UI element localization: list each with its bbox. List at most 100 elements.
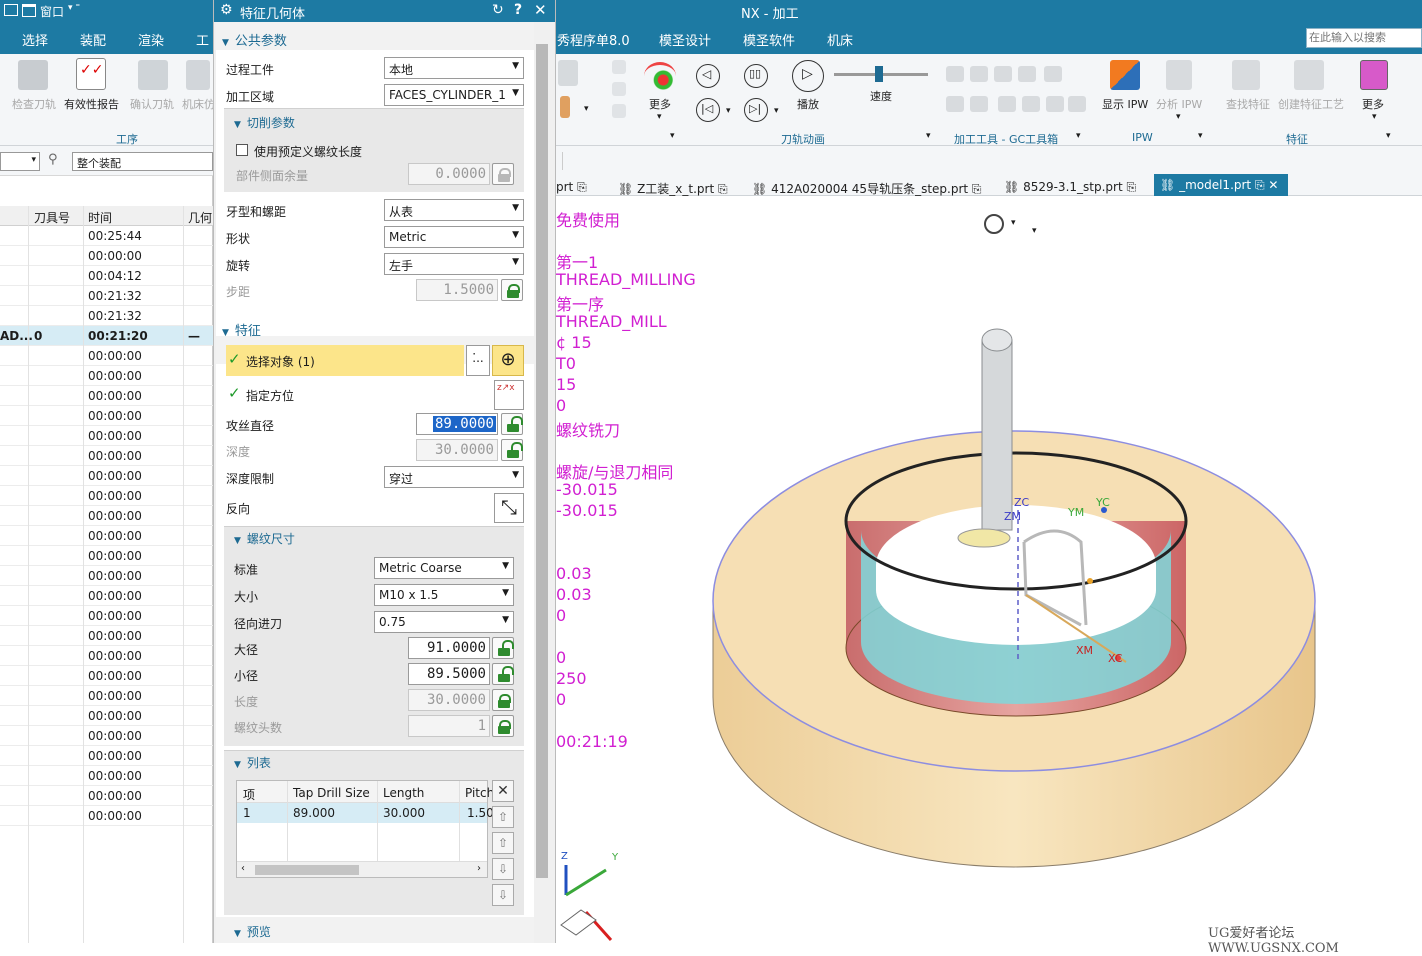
menu-machine[interactable]: 机床 bbox=[827, 30, 853, 49]
speed-slider-thumb[interactable] bbox=[874, 66, 883, 82]
machine-sim-icon[interactable] bbox=[186, 60, 210, 90]
cut-params-section[interactable]: ▼ 切削参数 bbox=[234, 114, 295, 131]
reverse-direction-icon[interactable]: ⤡ bbox=[494, 493, 524, 523]
thread-starts-lock-icon[interactable] bbox=[492, 715, 514, 737]
graphics-window[interactable]: ▾ ▾ 免费使用 第一1 THREAD_MILLING 第一序 THREAD_MILL ¢… bbox=[556, 170, 1422, 956]
menu-assembly[interactable]: 装配 bbox=[80, 30, 106, 49]
table-row[interactable]: 00:00:00 bbox=[0, 366, 213, 386]
tab-8529[interactable]: ⛓ 8529-3.1_stp.prt ⎘ bbox=[1004, 180, 1136, 195]
play-button[interactable]: 播放 bbox=[797, 96, 819, 112]
gc-tool-11-icon[interactable] bbox=[1068, 96, 1086, 112]
common-params-section[interactable]: ▼ 公共参数 bbox=[222, 30, 287, 49]
table-row[interactable]: 00:00:00 bbox=[0, 246, 213, 266]
table-row[interactable]: 00:00:00 bbox=[0, 746, 213, 766]
major-diameter-field[interactable]: 91.0000 bbox=[408, 637, 490, 659]
preview-section[interactable]: ▼ 预览 bbox=[234, 923, 271, 940]
process-workpiece-combo[interactable]: 本地 ▼ bbox=[384, 57, 524, 79]
table-row[interactable]: 00:00:00 bbox=[0, 486, 213, 506]
reset-icon[interactable]: ↻ bbox=[492, 2, 504, 18]
assembly-filter-combo[interactable]: 整个装配 bbox=[72, 152, 213, 171]
close-icon[interactable]: ✕ bbox=[534, 1, 547, 19]
move-up-icon[interactable]: ⇧ bbox=[492, 832, 514, 854]
table-row[interactable]: 00:00:00 bbox=[0, 626, 213, 646]
table-row[interactable]: 00:00:00 bbox=[0, 686, 213, 706]
analyze-ipw-icon[interactable] bbox=[1166, 60, 1192, 90]
table-row[interactable]: 00:00:00 bbox=[0, 506, 213, 526]
table-row[interactable]: 00:21:32 bbox=[0, 306, 213, 326]
more-feature-button[interactable]: 更多 bbox=[1362, 96, 1384, 112]
more-feature-icon[interactable] bbox=[1360, 60, 1388, 90]
window-icon[interactable] bbox=[4, 4, 18, 16]
length-field[interactable]: 30.0000 bbox=[408, 689, 490, 711]
table-row[interactable]: 00:00:00 bbox=[0, 566, 213, 586]
shape-combo[interactable]: Metric ▼ bbox=[384, 226, 524, 248]
col-tool-number[interactable]: 刀具号 bbox=[34, 209, 70, 226]
menu-render[interactable]: 渲染 bbox=[138, 30, 164, 49]
col-geometry[interactable]: 几何 bbox=[188, 209, 212, 226]
depth-limit-combo[interactable]: 穿过 ▼ bbox=[384, 466, 524, 488]
table-row[interactable]: 00:00:00 bbox=[0, 806, 213, 826]
show-ipw-icon[interactable] bbox=[1110, 60, 1140, 90]
gc-tool-10-icon[interactable] bbox=[1046, 96, 1064, 112]
dialog-scroll-thumb[interactable] bbox=[536, 44, 548, 878]
window-menu[interactable]: 窗口 bbox=[40, 3, 64, 20]
gc-tool-5-icon[interactable] bbox=[1044, 66, 1062, 82]
predefined-length-checkbox[interactable] bbox=[236, 144, 248, 156]
orientation-csys-icon[interactable]: z↗x bbox=[494, 380, 524, 410]
more-display-button[interactable]: 更多 bbox=[649, 96, 671, 112]
help-icon[interactable]: ? bbox=[514, 2, 522, 18]
table-row[interactable]: 00:00:00 bbox=[0, 786, 213, 806]
depth-lock-icon[interactable] bbox=[501, 439, 523, 461]
list-col-pitch[interactable]: Pitch bbox=[465, 786, 494, 800]
select-object-label[interactable]: 选择对象 (1) bbox=[246, 353, 315, 370]
dialog-scrollbar[interactable] bbox=[534, 22, 550, 943]
depth-field[interactable]: 30.0000 bbox=[416, 439, 498, 461]
tab-close-icon[interactable]: ✕ bbox=[1268, 178, 1278, 192]
thread-pitch-combo[interactable]: 从表 ▼ bbox=[384, 199, 524, 221]
menu-mold-design[interactable]: 模圣设计 bbox=[659, 30, 711, 49]
search-input[interactable] bbox=[1306, 28, 1422, 48]
tab-model1-active[interactable]: ⛓ _model1.prt ⎘ ✕ bbox=[1154, 174, 1288, 196]
move-up-icon[interactable] bbox=[612, 60, 626, 74]
menu-select[interactable]: 选择 bbox=[22, 30, 48, 49]
more-feature-dropdown-icon[interactable]: ▾ bbox=[1372, 112, 1377, 122]
scroll-left-icon[interactable]: ‹ bbox=[241, 863, 245, 874]
tools-group-dropdown-icon[interactable]: ▾ bbox=[1076, 131, 1081, 141]
analyze-ipw-button[interactable]: 分析 IPW bbox=[1156, 96, 1202, 112]
filter-icon[interactable]: ⚲ bbox=[48, 152, 58, 167]
part-model[interactable] bbox=[556, 170, 1422, 943]
thread-list-table[interactable]: 项 Tap Drill Size Length Pitch 1 89.000 3… bbox=[236, 780, 494, 878]
menu-mold-software[interactable]: 模圣软件 bbox=[743, 30, 795, 49]
gc-tool-6-icon[interactable] bbox=[946, 96, 964, 112]
table-row[interactable]: 00:00:00 bbox=[0, 406, 213, 426]
table-row[interactable]: 00:00:00 bbox=[0, 766, 213, 786]
radial-feed-combo[interactable]: 0.75 ▼ bbox=[374, 611, 514, 633]
gear-icon[interactable]: ⚙ bbox=[220, 2, 233, 18]
move-bottom-icon[interactable]: ⇩ bbox=[492, 884, 514, 906]
check-toolpath-icon[interactable] bbox=[18, 60, 48, 90]
pitch-field[interactable]: 1.5000 bbox=[416, 279, 498, 301]
find-feature-button[interactable]: 查找特征 bbox=[1226, 96, 1270, 112]
tap-diameter-field[interactable]: 89.0000 bbox=[416, 413, 498, 435]
table-row[interactable]: 00:00:00 bbox=[0, 586, 213, 606]
part-side-stock-lock-icon[interactable] bbox=[492, 163, 514, 185]
menu-tools[interactable]: 工 bbox=[196, 30, 209, 49]
move-top-icon[interactable]: ⇧ bbox=[492, 806, 514, 828]
window-menu-icon[interactable] bbox=[22, 4, 36, 17]
gc-tool-9-icon[interactable] bbox=[1022, 96, 1040, 112]
length-lock-icon[interactable] bbox=[492, 689, 514, 711]
tap-diameter-lock-icon[interactable] bbox=[501, 413, 523, 435]
table-row[interactable]: 00:00:00 bbox=[0, 446, 213, 466]
anim-group-dropdown-icon[interactable]: ▾ bbox=[926, 131, 931, 141]
table-row[interactable]: 00:00:00 bbox=[0, 546, 213, 566]
delete-row-icon[interactable]: ✕ bbox=[492, 780, 514, 802]
list-col-length[interactable]: Length bbox=[383, 786, 424, 800]
more-dropdown-icon[interactable]: ▾ bbox=[657, 112, 662, 122]
rewind-dropdown-icon[interactable]: ▾ bbox=[726, 106, 731, 116]
analyze-ipw-dropdown-icon[interactable]: ▾ bbox=[1176, 112, 1181, 122]
ipw-group-dropdown-icon[interactable]: ▾ bbox=[1198, 131, 1203, 141]
select-dots-icon[interactable]: ⁚.. bbox=[466, 345, 490, 376]
table-row[interactable]: 00:00:00 bbox=[0, 646, 213, 666]
menu-program-list[interactable]: 秀程序单8.0 bbox=[557, 30, 630, 49]
gc-tool-4-icon[interactable] bbox=[1018, 66, 1036, 82]
